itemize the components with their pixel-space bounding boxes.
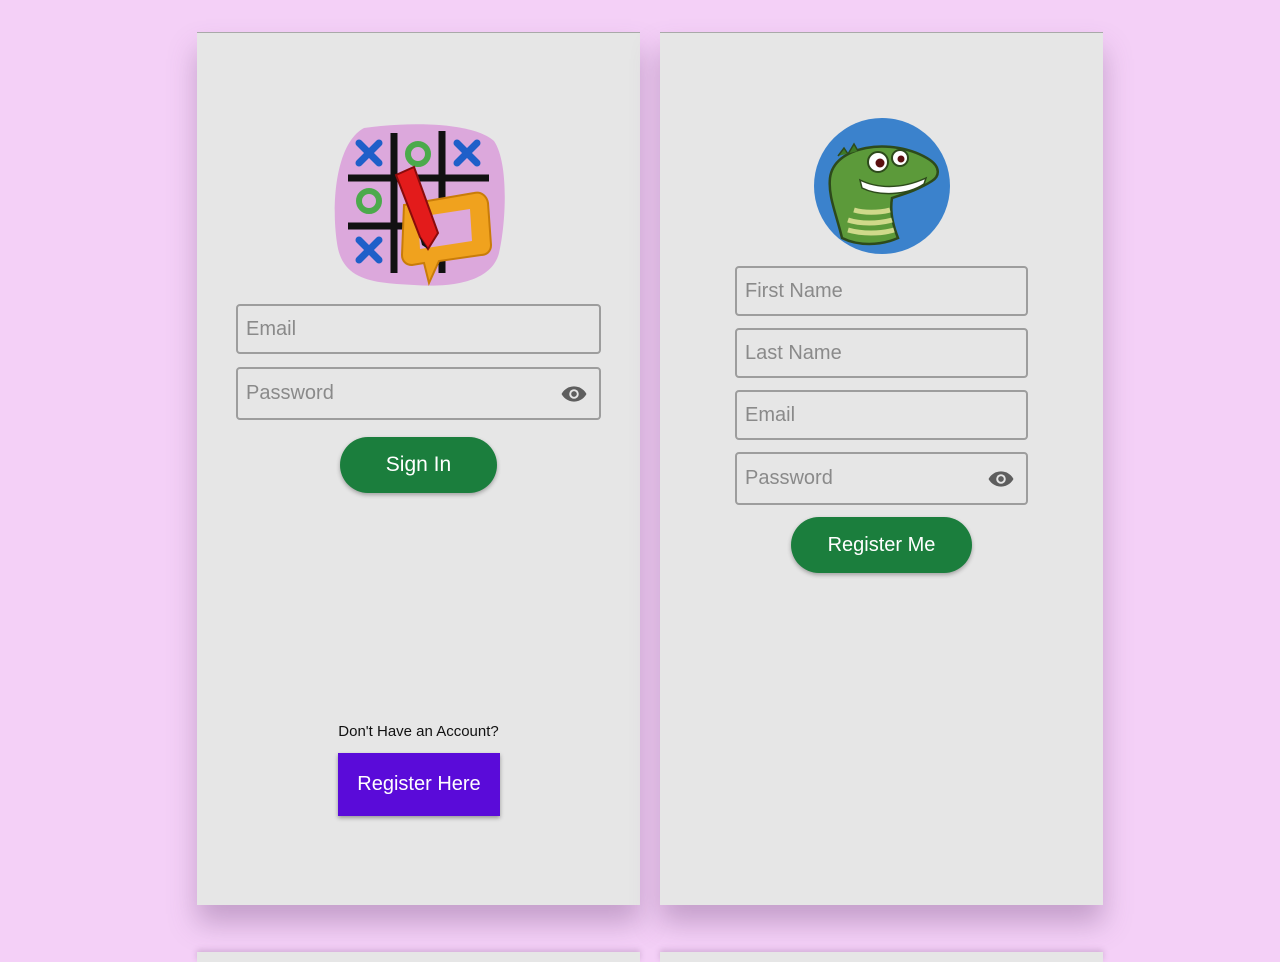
password-input[interactable] [238, 369, 599, 418]
eye-icon[interactable] [988, 470, 1014, 488]
crocodile-avatar-icon [814, 118, 950, 254]
register-email-input[interactable] [737, 392, 1026, 438]
last-name-field[interactable] [735, 328, 1028, 378]
no-account-text: Don't Have an Account? [338, 723, 499, 740]
email-field[interactable] [236, 304, 601, 354]
eye-icon[interactable] [561, 385, 587, 403]
register-screen: Register Me [660, 32, 1103, 905]
register-me-button[interactable]: Register Me [791, 517, 972, 573]
login-screen: Sign In Don't Have an Account? Register … [197, 32, 640, 905]
register-here-button[interactable]: Register Here [338, 753, 500, 816]
next-screen-edge [197, 952, 640, 962]
password-field[interactable] [236, 367, 601, 420]
first-name-input[interactable] [737, 268, 1026, 314]
email-input[interactable] [238, 306, 599, 352]
next-screen-edge [660, 952, 1103, 962]
tic-tac-toe-logo-icon [334, 124, 505, 287]
register-email-field[interactable] [735, 390, 1028, 440]
first-name-field[interactable] [735, 266, 1028, 316]
last-name-input[interactable] [737, 330, 1026, 376]
register-password-input[interactable] [737, 454, 1026, 503]
sign-in-button[interactable]: Sign In [340, 437, 497, 493]
register-password-field[interactable] [735, 452, 1028, 505]
